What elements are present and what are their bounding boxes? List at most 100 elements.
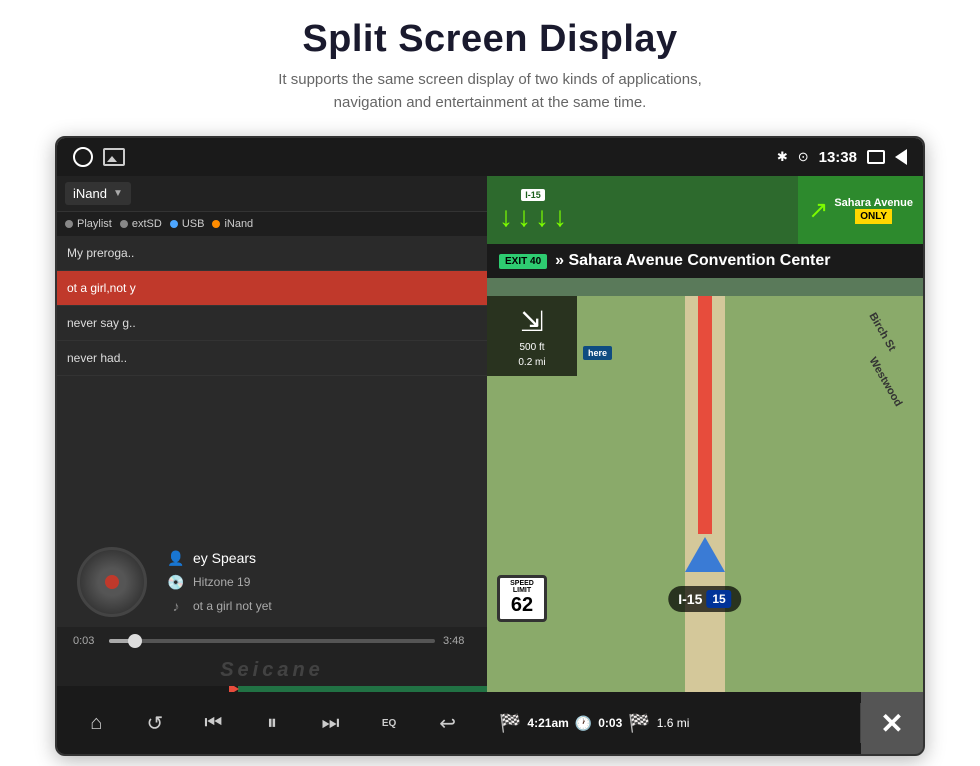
start-flag-icon: 🏁: [499, 713, 521, 734]
track-album-row: 💿 Hitzone 19: [167, 573, 467, 591]
playlist-item-2[interactable]: ot a girl,not y: [57, 271, 487, 306]
album-art: [77, 547, 147, 617]
artist-icon: 👤: [167, 549, 185, 567]
progress-thumb[interactable]: [128, 634, 142, 648]
clock-icon: 🕐: [575, 715, 592, 732]
album-icon: 💿: [167, 573, 185, 591]
turn-icon: ⇲: [520, 305, 543, 338]
playlist-item-1[interactable]: My preroga..: [57, 236, 487, 271]
track-song-name: ot a girl not yet: [193, 599, 272, 613]
repeat-button[interactable]: ↺: [135, 703, 175, 743]
sign-arrows-area: I-15 ↓ ↓ ↓ ↓: [487, 176, 798, 244]
source-dropdown[interactable]: iNand ▼: [65, 182, 131, 205]
device-frame: ✱ ⊙ 13:38 iNand ▼ Playlist: [55, 136, 925, 756]
tab-dot-extsd: [120, 220, 128, 228]
interstate-shield: 15: [706, 590, 731, 608]
home-icon: [73, 147, 93, 167]
note-icon: ♪: [167, 597, 185, 615]
back-button[interactable]: ↩: [428, 703, 468, 743]
turn-instruction-box: ⇲ 500 ft 0.2 mi: [487, 296, 577, 376]
turn-distance-1: 500 ft: [519, 342, 544, 353]
trip-duration: 0:03: [598, 716, 622, 730]
down-arrow-1: ↓: [499, 203, 513, 231]
playlist-item-3[interactable]: never say g..: [57, 306, 487, 341]
tab-playlist[interactable]: Playlist: [65, 218, 112, 230]
arrival-time: 4:21am: [527, 716, 568, 730]
media-player-panel: iNand ▼ Playlist extSD USB: [57, 176, 487, 754]
end-flag-icon: 🏁: [628, 713, 650, 734]
tab-dot-inand: [212, 220, 220, 228]
playlist-item-4[interactable]: never had..: [57, 341, 487, 376]
direction-banner: EXIT 40 » Sahara Avenue Convention Cente…: [487, 244, 923, 278]
player-center: 👤 ey Spears 💿 Hitzone 19 ♪ ot a girl not…: [57, 537, 487, 627]
playlist: My preroga.. ot a girl,not y never say g…: [57, 236, 487, 537]
track-info: 👤 ey Spears 💿 Hitzone 19 ♪ ot a girl not…: [167, 549, 467, 615]
gallery-icon: [103, 148, 125, 166]
home-button[interactable]: ⌂: [76, 703, 116, 743]
nav-map: I-15 ↓ ↓ ↓ ↓ ↗ Sahara Avenue: [487, 176, 923, 754]
sign-right-area: ↗ Sahara Avenue ONLY: [798, 176, 923, 244]
progress-bar[interactable]: [109, 639, 435, 643]
page-subtitle: It supports the same screen display of t…: [60, 69, 920, 114]
tab-inand[interactable]: iNand: [212, 218, 253, 230]
back-nav-icon[interactable]: [895, 149, 907, 165]
highway-badge-i15: I-15: [521, 189, 545, 201]
close-nav-button[interactable]: ✕: [861, 692, 923, 754]
map-canvas: ⇲ 500 ft 0.2 mi here Birch St Westwood S…: [487, 296, 923, 692]
speed-limit-sign: SPEEDLIMIT 62: [497, 575, 547, 622]
down-arrow-4: ↓: [553, 203, 567, 231]
controls-bar: ⌂ ↺ ⏮ ⏸ ⏭ EQ ↩: [57, 692, 487, 754]
prev-button[interactable]: ⏮: [193, 703, 233, 743]
green-bar: [238, 686, 487, 692]
nav-bottom-bar: 🏁 4:21am 🕐 0:03 🏁 1.6 mi ✕: [487, 692, 923, 754]
speed-limit-number: 62: [502, 594, 542, 617]
play-indicator-bar: [57, 686, 487, 692]
street-label-birch: Birch St: [866, 311, 897, 354]
road-route-highlight: [698, 296, 712, 534]
progress-area: 0:03 3:48: [57, 627, 487, 655]
exit-badge: EXIT 40: [499, 254, 547, 269]
down-arrow-3: ↓: [535, 203, 549, 231]
trip-distance: 1.6 mi: [657, 716, 690, 730]
tab-dot-usb: [170, 220, 178, 228]
source-tabs: Playlist extSD USB iNand: [57, 212, 487, 236]
street-label-westwood: Westwood: [867, 355, 905, 408]
page-header: Split Screen Display It supports the sam…: [0, 0, 980, 126]
vinyl-center: [105, 575, 119, 589]
watermark-text: Seicane: [220, 659, 324, 681]
status-time: 13:38: [819, 149, 857, 166]
nav-direction-arrow: [685, 537, 725, 572]
eq-button[interactable]: EQ: [369, 703, 409, 743]
time-total: 3:48: [443, 635, 471, 647]
pause-button[interactable]: ⏸: [252, 703, 292, 743]
status-bar: ✱ ⊙ 13:38: [57, 138, 923, 176]
tab-dot-playlist: [65, 220, 73, 228]
watermark-area: Seicane: [57, 655, 487, 686]
track-song-row: ♪ ot a girl not yet: [167, 597, 467, 615]
status-right: ✱ ⊙ 13:38: [777, 149, 907, 166]
window-icon: [867, 150, 885, 164]
here-logo: here: [583, 346, 612, 360]
dropdown-arrow-icon: ▼: [113, 188, 123, 199]
only-badge: ONLY: [855, 209, 892, 224]
source-dropdown-row: iNand ▼: [57, 176, 487, 212]
direction-text: » Sahara Avenue Convention Center: [555, 252, 830, 270]
highway-signs: I-15 ↓ ↓ ↓ ↓ ↗ Sahara Avenue: [487, 176, 923, 244]
down-arrow-2: ↓: [517, 203, 531, 231]
up-right-arrow: ↗: [808, 196, 828, 225]
navigation-panel: I-15 ↓ ↓ ↓ ↓ ↗ Sahara Avenue: [487, 176, 923, 754]
track-artist-row: 👤 ey Spears: [167, 549, 467, 567]
status-left: [73, 147, 125, 167]
trip-info: 🏁 4:21am 🕐 0:03 🏁 1.6 mi: [487, 705, 860, 742]
track-album-name: Hitzone 19: [193, 575, 250, 589]
play-position-marker: [229, 686, 239, 692]
bluetooth-icon: ✱: [777, 149, 788, 165]
tab-extsd[interactable]: extSD: [120, 218, 162, 230]
sahara-avenue-sign: Sahara Avenue: [834, 197, 913, 209]
tab-usb[interactable]: USB: [170, 218, 205, 230]
close-x-icon: ✕: [880, 707, 903, 740]
turn-distance-2: 0.2 mi: [518, 357, 545, 368]
main-area: iNand ▼ Playlist extSD USB: [57, 176, 923, 754]
next-button[interactable]: ⏭: [311, 703, 351, 743]
interstate-text: I-15: [678, 591, 702, 607]
